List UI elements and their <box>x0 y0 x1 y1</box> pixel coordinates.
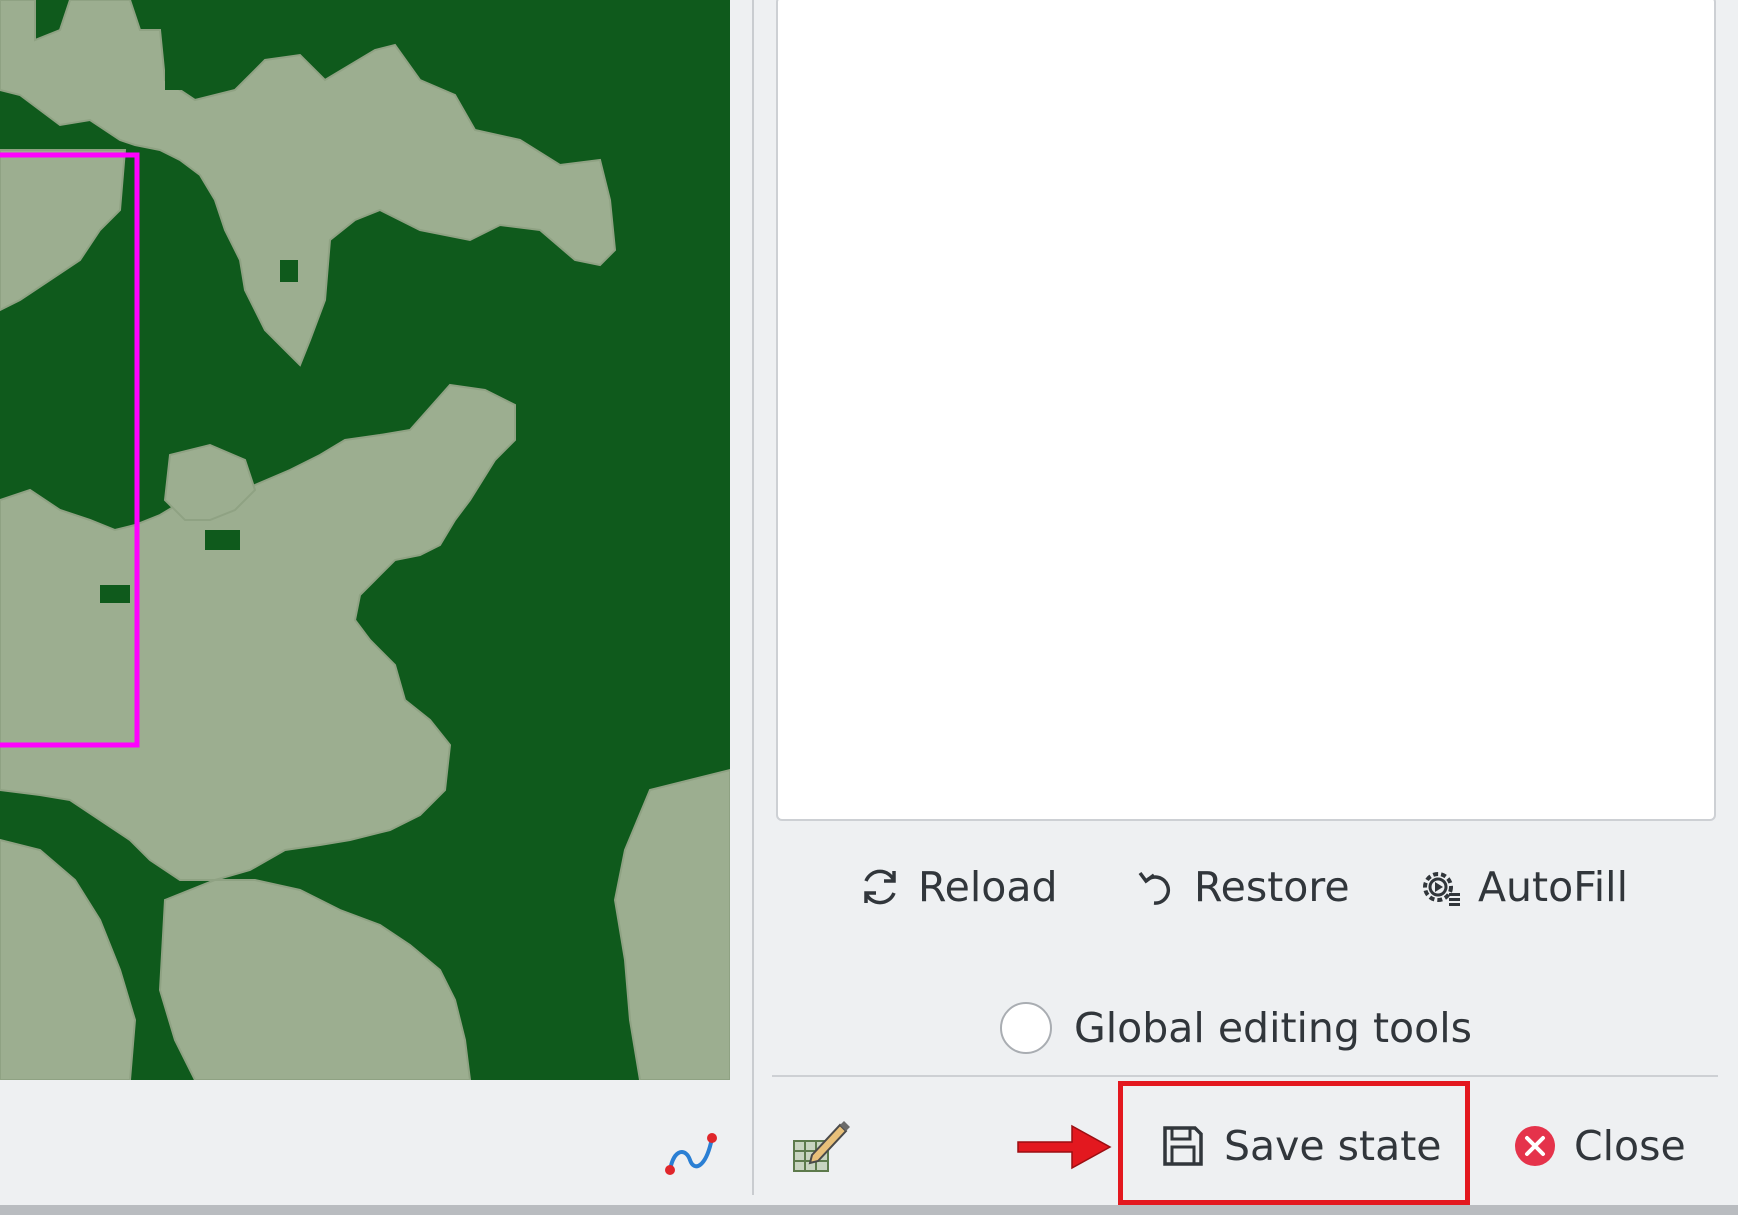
floppy-disk-icon <box>1160 1123 1206 1169</box>
footer-divider <box>772 1075 1718 1077</box>
global-editing-tools-radio[interactable] <box>1000 1002 1052 1054</box>
annotation-arrow <box>1014 1118 1114 1176</box>
window-bottom-edge <box>0 1205 1738 1215</box>
close-button[interactable]: Close <box>1512 1113 1686 1179</box>
save-state-button[interactable]: Save state <box>1160 1113 1442 1179</box>
reload-button[interactable]: Reload <box>856 852 1058 922</box>
map-image <box>0 0 730 1080</box>
gear-play-icon <box>1416 863 1464 911</box>
close-label: Close <box>1574 1122 1686 1170</box>
autofill-label: AutoFill <box>1478 863 1628 911</box>
save-state-label: Save state <box>1224 1122 1442 1170</box>
close-circle-icon <box>1512 1123 1558 1169</box>
global-editing-tools-toggle[interactable]: Global editing tools <box>1000 998 1472 1058</box>
refresh-icon <box>856 863 904 911</box>
autofill-button[interactable]: AutoFill <box>1416 852 1628 922</box>
map-statusbar <box>0 1080 752 1205</box>
global-editing-tools-label: Global editing tools <box>1074 1004 1472 1052</box>
action-toolbar: Reload Restore AutoFill <box>754 852 1738 922</box>
curve-tool-icon[interactable] <box>660 1118 724 1182</box>
reload-label: Reload <box>918 863 1058 911</box>
restore-button[interactable]: Restore <box>1132 852 1350 922</box>
attribute-content-area[interactable] <box>776 0 1716 821</box>
map-canvas[interactable] <box>0 0 730 1080</box>
restore-label: Restore <box>1194 863 1350 911</box>
table-edit-icon[interactable] <box>790 1115 852 1177</box>
undo-icon <box>1132 863 1180 911</box>
attribute-panel: Reload Restore AutoFill Global editing t… <box>754 0 1738 1205</box>
app-window: Reload Restore AutoFill Global editing t… <box>0 0 1738 1215</box>
